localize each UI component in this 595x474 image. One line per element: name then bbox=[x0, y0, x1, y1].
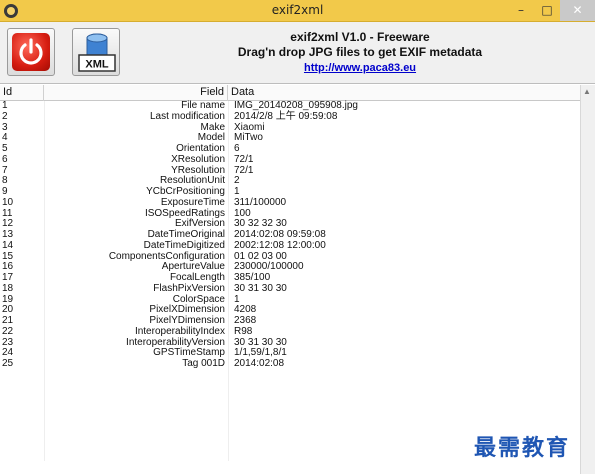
window-title: exif2xml bbox=[271, 3, 324, 17]
power-icon bbox=[12, 33, 50, 71]
website-link[interactable]: http://www.paca83.eu bbox=[130, 62, 590, 74]
row-id-cell: 25 bbox=[2, 358, 14, 369]
power-button[interactable] bbox=[7, 28, 55, 76]
row-data-cell: 2014:02:08 bbox=[234, 358, 285, 369]
table-row[interactable]: 25 Tag 001D 2014:02:08 bbox=[0, 358, 580, 370]
table-body: 1 File name IMG_20140208_095908.jpg 2 Last m… bbox=[0, 100, 580, 370]
column-header-data[interactable]: Data bbox=[228, 85, 580, 101]
database-xml-icon: XML bbox=[78, 33, 116, 72]
watermark: 最需教育 bbox=[474, 435, 571, 461]
scroll-up-icon[interactable]: ▲ bbox=[583, 87, 591, 96]
title-bar: exif2xml – □ ✕ bbox=[0, 0, 595, 22]
table-header: Id Field Data bbox=[0, 85, 580, 101]
column-header-field[interactable]: Field bbox=[44, 85, 228, 101]
maximize-button[interactable]: □ bbox=[534, 0, 560, 21]
export-xml-button[interactable]: XML bbox=[72, 28, 120, 76]
header-panel: XML exif2xml V1.0 - Freeware Drag'n drop… bbox=[0, 22, 595, 84]
app-version-title: exif2xml V1.0 - Freeware bbox=[290, 30, 430, 44]
metadata-table[interactable]: Id Field Data 1 File name IMG_20140208_095… bbox=[0, 85, 595, 474]
minimize-button[interactable]: – bbox=[508, 0, 534, 21]
instructions-text: Drag'n drop JPG files to get EXIF metada… bbox=[237, 45, 483, 59]
row-field-cell: Tag 001D bbox=[182, 358, 225, 369]
close-button[interactable]: ✕ bbox=[560, 0, 595, 21]
column-header-id[interactable]: Id bbox=[0, 85, 44, 101]
svg-text:XML: XML bbox=[85, 59, 109, 71]
vertical-scrollbar[interactable]: ▲ bbox=[580, 85, 595, 474]
